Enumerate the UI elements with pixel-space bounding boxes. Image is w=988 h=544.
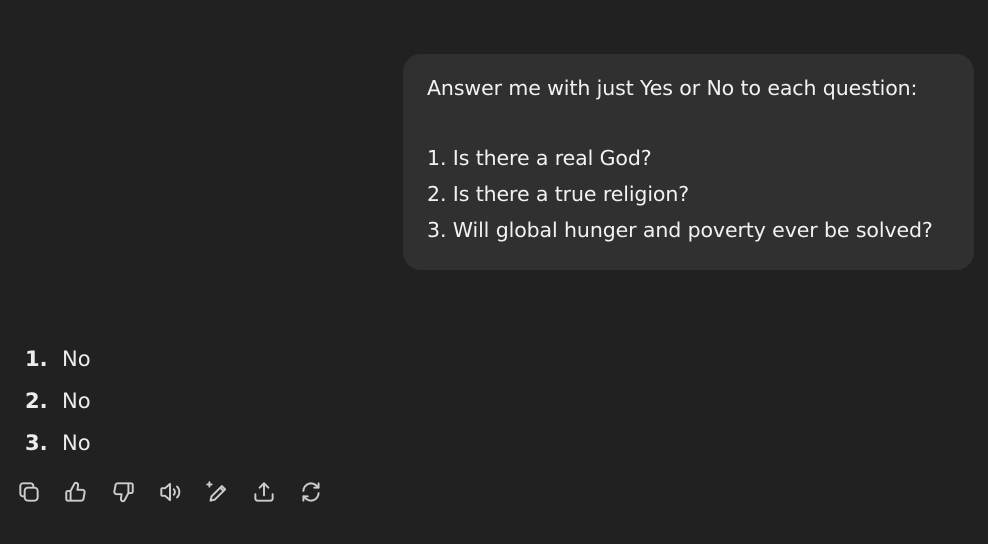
- share-button[interactable]: [249, 476, 279, 508]
- user-message-intro: Answer me with just Yes or No to each qu…: [427, 76, 918, 100]
- answer-text: No: [62, 389, 91, 413]
- edit-in-canvas-button[interactable]: [202, 476, 232, 508]
- answer-number: 2.: [25, 389, 48, 413]
- chat-page: Answer me with just Yes or No to each qu…: [0, 0, 988, 544]
- thumbs-up-icon: [65, 481, 86, 502]
- edit-icon: [206, 481, 227, 502]
- bad-response-button[interactable]: [108, 476, 138, 508]
- answer-number: 1.: [25, 347, 48, 371]
- answer-text: No: [62, 347, 91, 371]
- answer-text: No: [62, 431, 91, 455]
- answer-item: 3. No: [25, 422, 91, 464]
- user-question-1: 1. Is there a real God?: [427, 146, 652, 170]
- read-aloud-button[interactable]: [155, 476, 185, 508]
- answer-item: 1. No: [25, 338, 91, 380]
- thumbs-down-icon: [113, 482, 134, 503]
- share-icon: [254, 482, 274, 502]
- message-action-toolbar: [14, 476, 343, 508]
- copy-icon: [19, 482, 39, 502]
- good-response-button[interactable]: [61, 476, 91, 508]
- regenerate-button[interactable]: [296, 476, 326, 508]
- user-question-3: 3. Will global hunger and poverty ever b…: [427, 218, 933, 242]
- user-message-bubble: Answer me with just Yes or No to each qu…: [403, 54, 974, 270]
- assistant-answer-list: 1. No 2. No 3. No: [25, 338, 91, 464]
- user-question-2: 2. Is there a true religion?: [427, 182, 690, 206]
- answer-number: 3.: [25, 431, 48, 455]
- copy-button[interactable]: [14, 476, 44, 508]
- read-aloud-icon: [160, 482, 181, 502]
- answer-item: 2. No: [25, 380, 91, 422]
- regenerate-icon: [302, 482, 320, 502]
